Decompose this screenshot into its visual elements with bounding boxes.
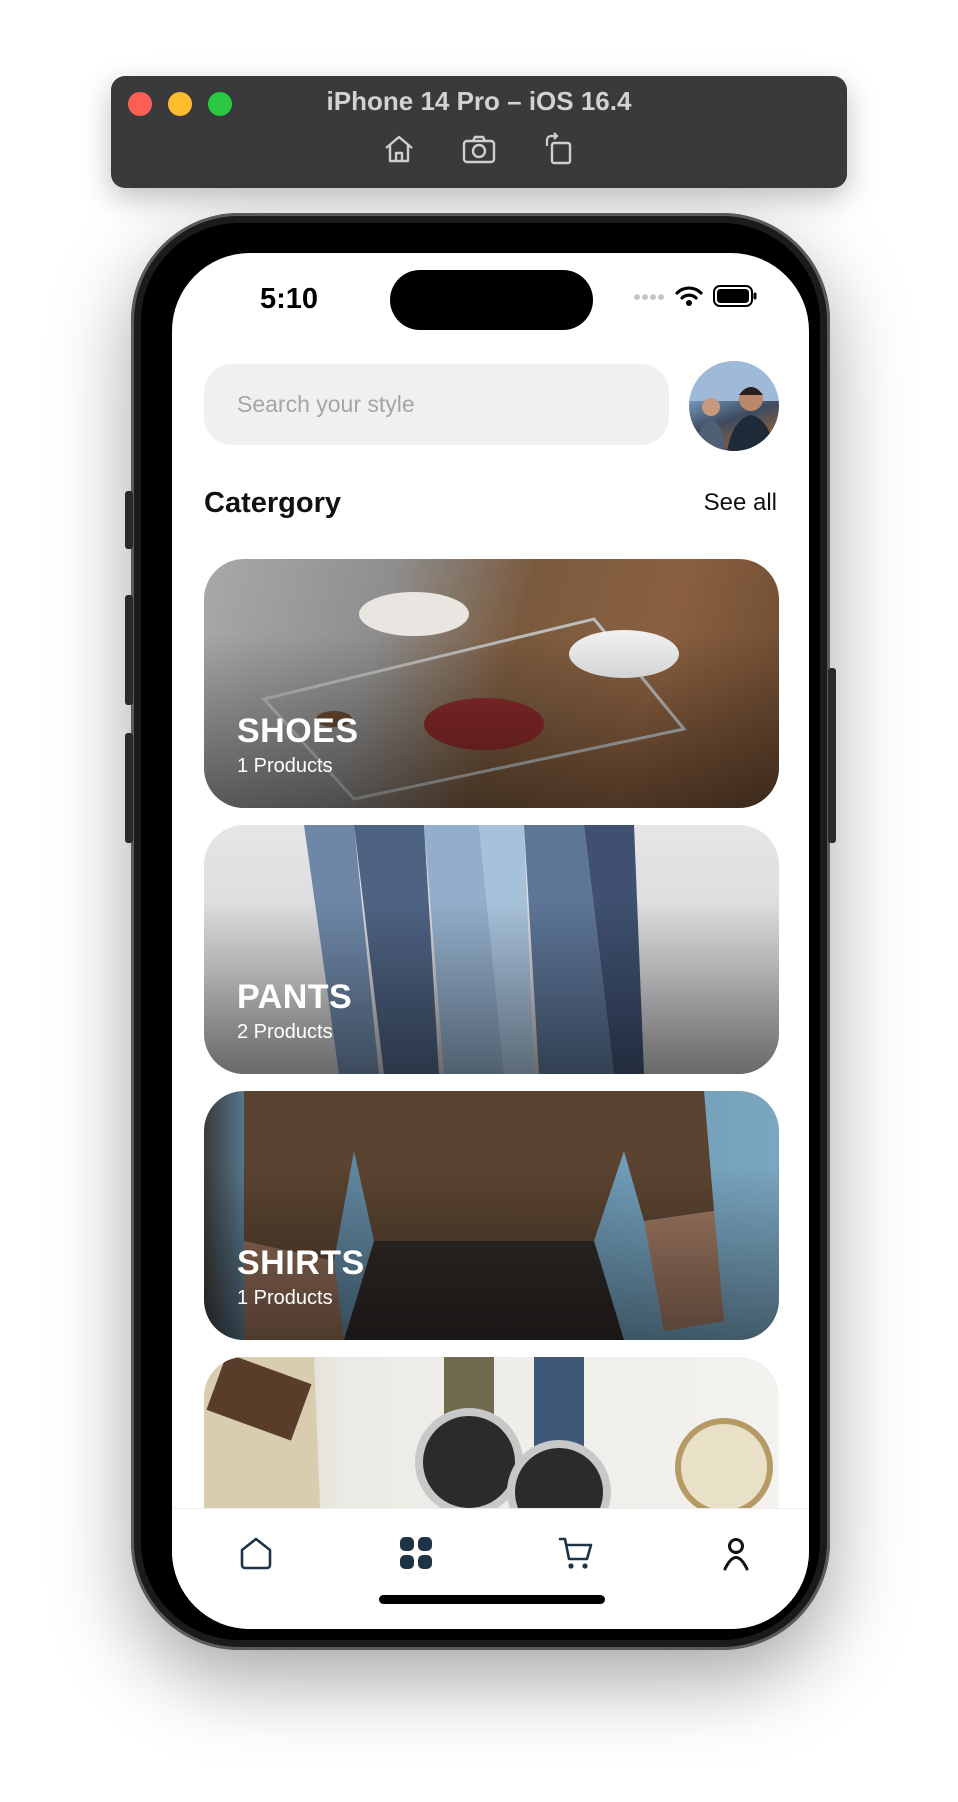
tab-cart[interactable] [552,1529,600,1577]
mute-switch [125,491,133,549]
category-card-shoes[interactable]: SHOES 1 Products [204,559,779,808]
status-time: 5:10 [260,283,319,315]
volume-up-button [125,595,133,705]
cart-icon [558,1537,593,1569]
power-button [828,668,836,843]
home-icon [240,1537,272,1570]
categories-icon [400,1537,432,1569]
tab-profile[interactable] [712,1529,760,1577]
screenshot-icon[interactable] [460,130,498,168]
avatar-photo [689,361,779,451]
simulator-title-bar: iPhone 14 Pro – iOS 16.4 [111,76,847,188]
iphone-frame: 5:10 Search your style Catergory See all… [125,213,836,1650]
profile-avatar[interactable] [689,361,779,451]
tab-home[interactable] [232,1529,280,1577]
battery-icon [713,285,757,307]
search-input[interactable] [204,364,669,445]
home-icon[interactable] [380,130,418,168]
volume-down-button [125,733,133,843]
category-card-shirts[interactable]: SHIRTS 1 Products [204,1091,779,1340]
home-indicator[interactable] [379,1595,605,1604]
cellular-icon [634,294,664,300]
category-count: 1 Products [237,1287,333,1309]
wifi-icon [675,286,703,306]
simulator-title: iPhone 14 Pro – iOS 16.4 [326,86,632,116]
section-title: Catergory [204,487,341,519]
app-screen: 5:10 Search your style Catergory See all… [172,253,809,1629]
dynamic-island [390,270,593,330]
category-card-pants[interactable]: PANTS 2 Products [204,825,779,1074]
category-title: SHOES [237,712,359,750]
tab-categories[interactable] [392,1529,440,1577]
category-title: SHIRTS [237,1244,365,1282]
see-all-link[interactable]: See all [704,489,777,517]
bottom-tab-bar [172,1508,809,1629]
profile-icon [723,1538,749,1571]
rotate-icon[interactable] [540,130,578,168]
category-count: 2 Products [237,1021,333,1043]
category-count: 1 Products [237,755,333,777]
category-title: PANTS [237,978,353,1016]
